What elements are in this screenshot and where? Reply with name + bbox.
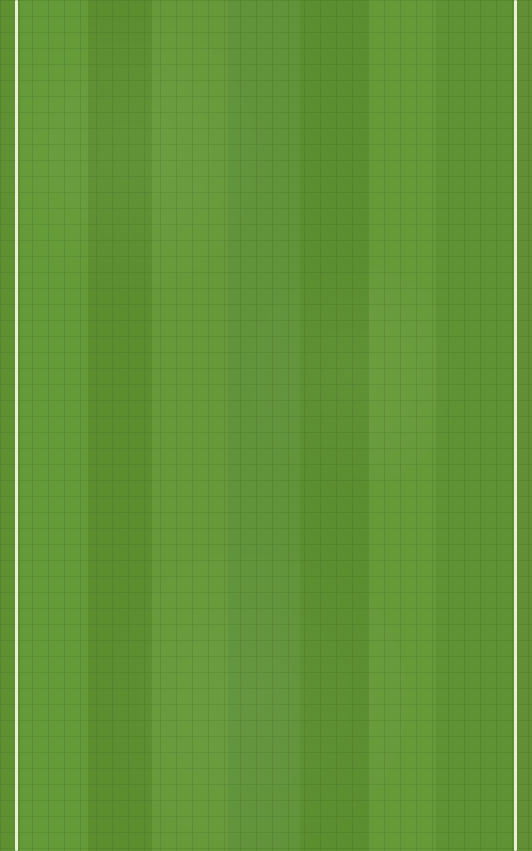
grass-grid-pattern bbox=[0, 0, 532, 851]
left-boundary-line bbox=[15, 0, 18, 851]
right-boundary-line bbox=[514, 0, 517, 851]
grass-texture bbox=[0, 0, 532, 851]
game-field bbox=[0, 0, 532, 851]
